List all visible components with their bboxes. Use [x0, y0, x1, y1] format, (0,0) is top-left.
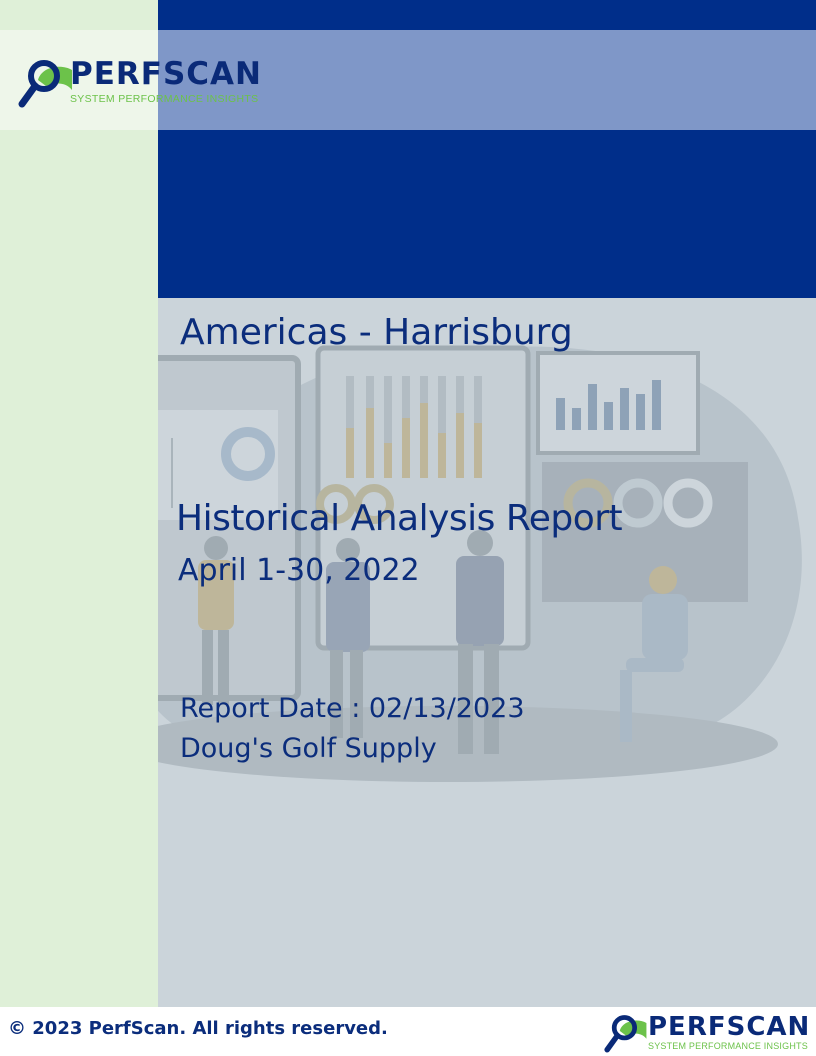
- cover-illustration-panel: [158, 298, 816, 1007]
- report-title: Historical Analysis Report: [176, 498, 623, 539]
- footer-perfscan-logo: PERFSCAN SYSTEM PERFORMANCE INSIGHTS: [604, 1012, 816, 1056]
- company-name: Doug's Golf Supply: [180, 733, 437, 764]
- footer-brand-tagline: SYSTEM PERFORMANCE INSIGHTS: [648, 1041, 808, 1051]
- business-team-analytics-illustration: [158, 345, 802, 782]
- perfscan-logo: PERFSCAN SYSTEM PERFORMANCE INSIGHTS: [18, 56, 278, 112]
- location-heading: Americas - Harrisburg: [180, 312, 573, 353]
- copyright-notice: © 2023 PerfScan. All rights reserved.: [8, 1018, 388, 1039]
- brand-tagline: SYSTEM PERFORMANCE INSIGHTS: [70, 93, 259, 105]
- report-date: Report Date : 02/13/2023: [180, 693, 525, 724]
- left-strip: [0, 0, 158, 1007]
- magnifier-logo-icon: [604, 1015, 647, 1053]
- brand-wordmark: PERFSCAN: [70, 56, 262, 92]
- magnifier-logo-icon: [18, 60, 72, 108]
- footer-brand-wordmark: PERFSCAN: [648, 1012, 811, 1042]
- report-period: April 1-30, 2022: [178, 553, 420, 588]
